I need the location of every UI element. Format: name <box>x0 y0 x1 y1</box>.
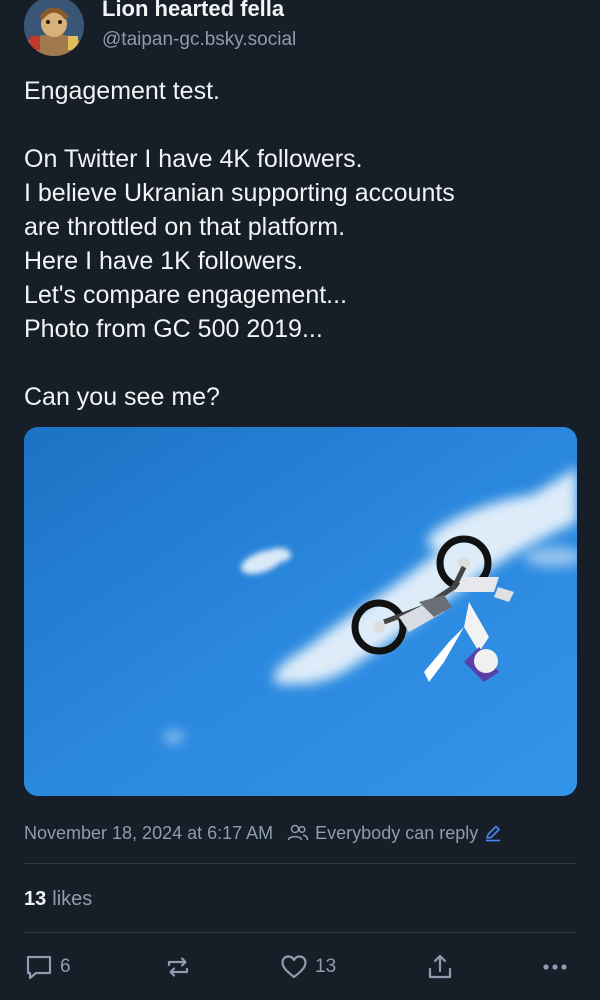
post-text-line: are throttled on that platform. <box>24 213 346 241</box>
people-icon <box>287 824 309 841</box>
post-image[interactable] <box>24 427 577 796</box>
likes-summary[interactable]: 13 likes <box>24 884 92 914</box>
post-text: Engagement test. On Twitter I have 4K fo… <box>24 74 576 414</box>
post-meta: November 18, 2024 at 6:17 AM Everybody c… <box>24 820 576 846</box>
like-count: 13 <box>315 956 337 977</box>
share-button[interactable] <box>426 950 454 984</box>
like-button[interactable]: 13 <box>279 950 336 984</box>
post-text-line: Engagement test. <box>24 77 220 105</box>
post-text-line: Let's compare engagement... <box>24 281 348 309</box>
share-icon <box>428 954 452 979</box>
post-text-line: I believe Ukranian supporting accounts <box>24 179 455 207</box>
post-text-line <box>24 108 576 142</box>
avatar[interactable] <box>24 0 84 56</box>
avatar-image <box>24 0 84 56</box>
divider <box>24 932 576 933</box>
post-text-line: Here I have 1K followers. <box>24 247 304 275</box>
likes-label: likes <box>52 887 93 910</box>
post-timestamp: November 18, 2024 at 6:17 AM <box>24 822 274 843</box>
post-header: Lion hearted fella @taipan-gc.bsky.socia… <box>24 0 576 58</box>
divider <box>24 863 576 864</box>
motocross-rider-backflip-photo <box>24 427 577 796</box>
reply-setting[interactable]: Everybody can reply <box>287 823 502 844</box>
likes-count: 13 <box>24 887 47 910</box>
more-dots-icon <box>543 964 567 970</box>
post-text-line: On Twitter I have 4K followers. <box>24 145 363 173</box>
more-options-button[interactable] <box>540 950 570 984</box>
comment-icon <box>26 955 52 980</box>
pencil-icon[interactable] <box>484 824 502 842</box>
post-actions: 6 13 <box>24 950 576 984</box>
repost-button[interactable] <box>164 950 192 984</box>
post-text-line <box>24 346 576 380</box>
reply-count: 6 <box>60 956 71 977</box>
reply-setting-label: Everybody can reply <box>315 822 479 843</box>
author-handle[interactable]: @taipan-gc.bsky.social <box>102 29 296 51</box>
heart-icon <box>281 955 307 979</box>
repost-icon <box>167 957 189 977</box>
reply-button[interactable]: 6 <box>24 950 71 984</box>
author-display-name[interactable]: Lion hearted fella <box>102 0 284 22</box>
post-text-line: Can you see me? <box>24 383 220 411</box>
post-text-line: Photo from GC 500 2019... <box>24 315 323 343</box>
